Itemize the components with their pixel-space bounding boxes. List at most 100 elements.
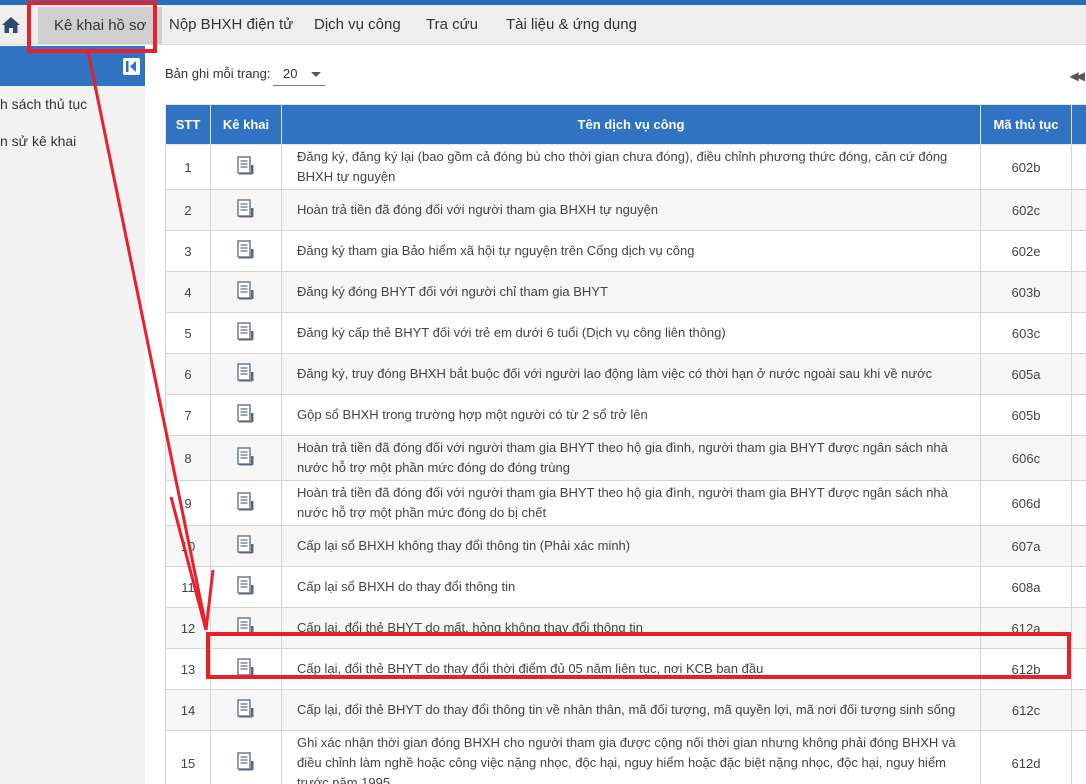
cell-ke-khai[interactable] bbox=[210, 607, 282, 649]
nav-nop-bhxh-dien-tu[interactable]: Nộp BHXH điện tử bbox=[169, 5, 293, 45]
cell-extra bbox=[1071, 566, 1086, 608]
declare-document-icon[interactable] bbox=[236, 321, 256, 345]
cell-ten-dich-vu[interactable]: Đăng ký, truy đóng BHXH bắt buộc đối với… bbox=[281, 353, 981, 395]
cell-ten-dich-vu[interactable]: Cấp lại, đổi thẻ BHYT do mất, hỏng không… bbox=[281, 607, 981, 649]
home-icon[interactable] bbox=[0, 5, 22, 45]
nav-dich-vu-cong[interactable]: Dịch vụ công bbox=[314, 5, 401, 45]
sidebar-item-lich-su-ke-khai[interactable]: n sử kê khai bbox=[0, 133, 76, 149]
declare-document-icon[interactable] bbox=[236, 403, 256, 427]
cell-ten-dich-vu[interactable]: Cấp lại, đổi thẻ BHYT do thay đổi thời đ… bbox=[281, 648, 981, 690]
col-header-extra bbox=[1071, 104, 1086, 145]
cell-extra bbox=[1071, 648, 1086, 690]
cell-stt: 10 bbox=[165, 525, 211, 567]
cell-ke-khai[interactable] bbox=[210, 730, 282, 784]
cell-ma-thu-tuc: 606d bbox=[980, 480, 1072, 526]
cell-ke-khai[interactable] bbox=[210, 648, 282, 690]
cell-ten-dich-vu[interactable]: Cấp lại sổ BHXH do thay đổi thông tin bbox=[281, 566, 981, 608]
cell-ten-dich-vu[interactable]: Hoàn trả tiền đã đóng đối với người tham… bbox=[281, 189, 981, 231]
cell-ten-dich-vu[interactable]: Ghi xác nhận thời gian đóng BHXH cho ngư… bbox=[281, 730, 981, 784]
main-navbar: Kê khai hồ sơ Nộp BHXH điện tử Dịch vụ c… bbox=[0, 5, 1086, 45]
table-row[interactable]: 4 Đăng ký đóng BHYT đối với người chỉ tha… bbox=[165, 271, 1086, 313]
page-size-label: Bản ghi mỗi trang: bbox=[165, 66, 271, 81]
declare-document-icon[interactable] bbox=[236, 198, 256, 222]
cell-ke-khai[interactable] bbox=[210, 566, 282, 608]
table-row[interactable]: 2 Hoàn trả tiền đã đóng đối với người tha… bbox=[165, 189, 1086, 231]
cell-ke-khai[interactable] bbox=[210, 312, 282, 354]
cell-ke-khai[interactable] bbox=[210, 144, 282, 190]
table-row[interactable]: 11 Cấp lại sổ BHXH do thay đổi thông tin 6… bbox=[165, 566, 1086, 608]
cell-ten-dich-vu[interactable]: Đăng ký tham gia Bảo hiểm xã hội tự nguy… bbox=[281, 230, 981, 272]
table-row[interactable]: 3 Đăng ký tham gia Bảo hiểm xã hội tự ngu… bbox=[165, 230, 1086, 272]
cell-stt: 12 bbox=[165, 607, 211, 649]
cell-ma-thu-tuc: 602e bbox=[980, 230, 1072, 272]
cell-ten-dich-vu[interactable]: Đăng ký, đăng ký lại (bao gồm cả đóng bù… bbox=[281, 144, 981, 190]
cell-ten-dich-vu[interactable]: Đăng ký cấp thẻ BHYT đối với trẻ em dưới… bbox=[281, 312, 981, 354]
cell-ten-dich-vu[interactable]: Đăng ký đóng BHYT đối với người chỉ tham… bbox=[281, 271, 981, 313]
nav-tai-lieu-ung-dung[interactable]: Tài liệu & ứng dụng bbox=[506, 5, 637, 45]
declare-document-icon[interactable] bbox=[236, 239, 256, 263]
cell-ke-khai[interactable] bbox=[210, 689, 282, 731]
table-row[interactable]: 5 Đăng ký cấp thẻ BHYT đối với trẻ em dướ… bbox=[165, 312, 1086, 354]
declare-document-icon[interactable] bbox=[236, 575, 256, 599]
table-row[interactable]: 8 Hoàn trả tiền đã đóng đối với người tha… bbox=[165, 435, 1086, 481]
page-size-select[interactable]: 20 bbox=[273, 62, 325, 86]
cell-ten-dich-vu[interactable]: Cấp lại, đổi thẻ BHYT do thay đổi thông … bbox=[281, 689, 981, 731]
cell-ke-khai[interactable] bbox=[210, 435, 282, 481]
cell-ma-thu-tuc: 612a bbox=[980, 607, 1072, 649]
col-header-ke-khai: Kê khai bbox=[210, 104, 282, 145]
cell-ma-thu-tuc: 612b bbox=[980, 648, 1072, 690]
declare-document-icon[interactable] bbox=[236, 698, 256, 722]
sidebar-item-danh-sach-thu-tuc[interactable]: h sách thủ tục bbox=[0, 96, 87, 112]
main-content: Bản ghi mỗi trang: 20 ◀◀ STT Kê khai Tên… bbox=[145, 46, 1086, 784]
cell-stt: 5 bbox=[165, 312, 211, 354]
cell-ten-dich-vu[interactable]: Cấp lại sổ BHXH không thay đổi thông tin… bbox=[281, 525, 981, 567]
declare-document-icon[interactable] bbox=[236, 155, 256, 179]
declare-document-icon[interactable] bbox=[236, 751, 256, 775]
table-row[interactable]: 1 Đăng ký, đăng ký lại (bao gồm cả đóng b… bbox=[165, 144, 1086, 190]
nav-ke-khai-ho-so[interactable]: Kê khai hồ sơ bbox=[38, 7, 163, 44]
cell-extra bbox=[1071, 394, 1086, 436]
cell-ten-dich-vu[interactable]: Hoàn trả tiền đã đóng đối với người tham… bbox=[281, 435, 981, 481]
cell-extra bbox=[1071, 271, 1086, 313]
cell-ke-khai[interactable] bbox=[210, 271, 282, 313]
declare-document-icon[interactable] bbox=[236, 280, 256, 304]
table-row[interactable]: 13 Cấp lại, đổi thẻ BHYT do thay đổi thời… bbox=[165, 648, 1086, 690]
cell-ma-thu-tuc: 602b bbox=[980, 144, 1072, 190]
cell-stt: 7 bbox=[165, 394, 211, 436]
cell-ke-khai[interactable] bbox=[210, 480, 282, 526]
declare-document-icon[interactable] bbox=[236, 446, 256, 470]
cell-extra bbox=[1071, 480, 1086, 526]
declare-document-icon[interactable] bbox=[236, 616, 256, 640]
service-table: STT Kê khai Tên dịch vụ công Mã thủ tục … bbox=[165, 104, 1086, 784]
cell-extra bbox=[1071, 689, 1086, 731]
first-page-icon[interactable]: ◀◀ bbox=[1070, 69, 1086, 83]
cell-ke-khai[interactable] bbox=[210, 394, 282, 436]
declare-document-icon[interactable] bbox=[236, 362, 256, 386]
table-row[interactable]: 10 Cấp lại sổ BHXH không thay đổi thông t… bbox=[165, 525, 1086, 567]
cell-ma-thu-tuc: 608a bbox=[980, 566, 1072, 608]
cell-stt: 8 bbox=[165, 435, 211, 481]
declare-document-icon[interactable] bbox=[236, 491, 256, 515]
cell-ten-dich-vu[interactable]: Gộp sổ BHXH trong trường hợp một người c… bbox=[281, 394, 981, 436]
table-row[interactable]: 9 Hoàn trả tiền đã đóng đối với người tha… bbox=[165, 480, 1086, 526]
cell-ke-khai[interactable] bbox=[210, 230, 282, 272]
table-row[interactable]: 6 Đăng ký, truy đóng BHXH bắt buộc đối vớ… bbox=[165, 353, 1086, 395]
cell-ke-khai[interactable] bbox=[210, 189, 282, 231]
cell-extra bbox=[1071, 312, 1086, 354]
table-row[interactable]: 12 Cấp lại, đổi thẻ BHYT do mất, hỏng khô… bbox=[165, 607, 1086, 649]
cell-ke-khai[interactable] bbox=[210, 353, 282, 395]
collapse-left-icon[interactable] bbox=[123, 58, 140, 75]
table-row[interactable]: 14 Cấp lại, đổi thẻ BHYT do thay đổi thôn… bbox=[165, 689, 1086, 731]
table-header-row: STT Kê khai Tên dịch vụ công Mã thủ tục bbox=[165, 104, 1086, 145]
table-row[interactable]: 15 Ghi xác nhận thời gian đóng BHXH cho n… bbox=[165, 730, 1086, 784]
declare-document-icon[interactable] bbox=[236, 534, 256, 558]
table-row[interactable]: 7 Gộp sổ BHXH trong trường hợp một người … bbox=[165, 394, 1086, 436]
cell-ma-thu-tuc: 605b bbox=[980, 394, 1072, 436]
nav-tra-cuu[interactable]: Tra cứu bbox=[426, 5, 478, 45]
cell-extra bbox=[1071, 230, 1086, 272]
col-header-ten-dich-vu: Tên dịch vụ công bbox=[281, 104, 981, 145]
cell-ke-khai[interactable] bbox=[210, 525, 282, 567]
declare-document-icon[interactable] bbox=[236, 657, 256, 681]
cell-ten-dich-vu[interactable]: Hoàn trả tiền đã đóng đối với người tham… bbox=[281, 480, 981, 526]
cell-ma-thu-tuc: 603c bbox=[980, 312, 1072, 354]
